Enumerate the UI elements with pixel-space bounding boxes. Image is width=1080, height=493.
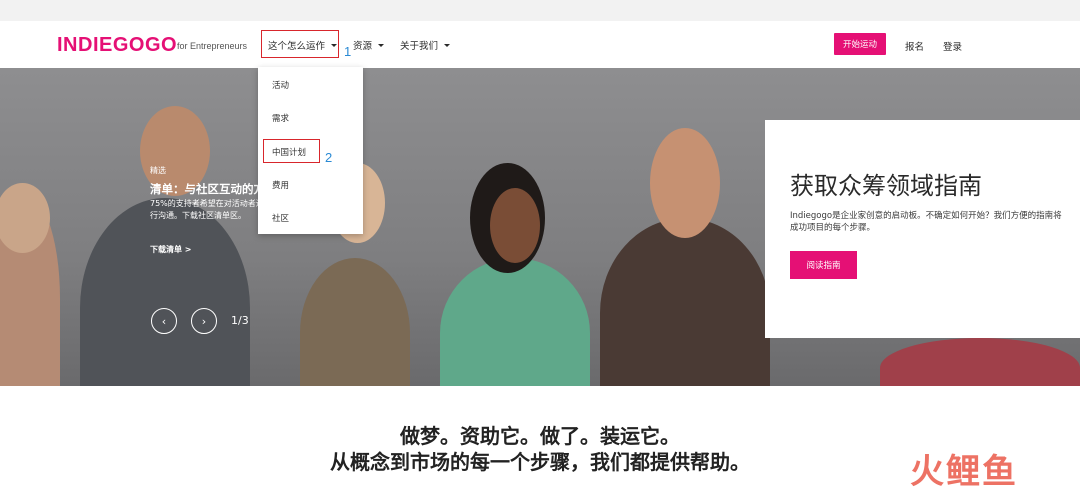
guide-description-line1: Indiegogo是企业家创意的启动板。不确定如何开始？我们方便的指南将 [790,211,1062,221]
nav-resources-label: 资源 [353,41,373,52]
hero-description: 75%的支持者希望在对活动者进行沟通。下载社区清单区。 [150,199,264,220]
indiegogo-logo[interactable]: INDIEGOGO [57,34,177,57]
caret-down-icon [378,43,385,47]
annotation-box-nav [261,30,339,58]
callout-number-1: 1 [344,44,352,59]
logo-subtitle: for Entrepreneurs [177,41,248,51]
dropdown-item-demand[interactable]: 需求 [272,112,289,124]
dropdown-item-fees[interactable]: 费用 [272,179,289,191]
guide-description: Indiegogo是企业家创意的启动板。不确定如何开始？我们方便的指南将 成功项… [790,210,1080,234]
next-slide-button[interactable]: › [191,308,217,334]
nav-about[interactable]: 关于我们 [400,38,451,52]
dropdown-item-community[interactable]: 社区 [272,212,289,224]
caret-down-icon [444,43,451,47]
nav-about-label: 关于我们 [400,41,439,52]
guide-description-line2: 成功项目的每个步骤。 [790,223,876,233]
read-guide-button[interactable]: 阅读指南 [790,251,857,279]
slide-counter: 1/3 [231,314,249,327]
download-checklist-link[interactable]: 下载清单 > [150,244,192,255]
featured-label: 精选 [150,166,166,175]
signup-link[interactable]: 报名 [905,39,924,53]
hero-title: 清单：与社区互动的方 [150,182,265,196]
guide-card: 获取众筹领域指南 Indiegogo是企业家创意的启动板。不确定如何开始？我们方… [765,120,1080,338]
chevron-left-icon: ‹ [161,314,167,328]
callout-number-2: 2 [325,150,333,165]
prev-slide-button[interactable]: ‹ [151,308,177,334]
start-campaign-button[interactable]: 开始运动 [834,33,886,55]
hero-banner: 精选 清单：与社区互动的方 75%的支持者希望在对活动者进行沟通。下载社区清单区… [0,68,1080,386]
watermark-logo: 火鲤鱼 [910,452,1018,492]
nav-resources[interactable]: 资源 [353,38,385,52]
login-link[interactable]: 登录 [943,39,962,53]
annotation-box-china-program [263,139,320,163]
dropdown-item-campaigns[interactable]: 活动 [272,79,289,91]
chevron-right-icon: › [201,314,207,328]
top-strip [0,0,1080,21]
site-header: INDIEGOGO for Entrepreneurs 这个怎么运作 资源 关于… [0,21,1080,68]
guide-title: 获取众筹领域指南 [790,172,982,200]
